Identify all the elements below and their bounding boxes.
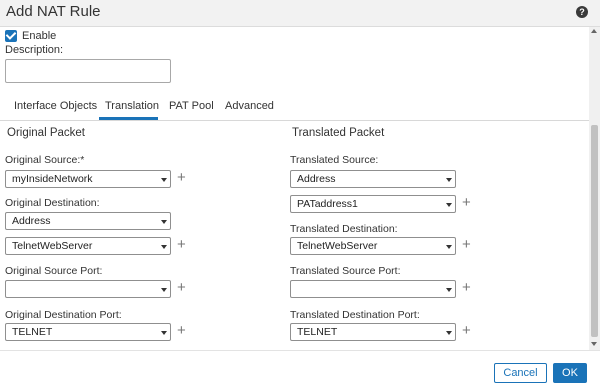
original-destination-type-value: Address: [12, 215, 51, 227]
dialog-title: Add NAT Rule: [6, 3, 101, 20]
tab-advanced[interactable]: Advanced: [225, 99, 274, 120]
translated-source-port-select[interactable]: [290, 280, 456, 298]
description-input[interactable]: [5, 59, 171, 83]
original-packet-title: Original Packet: [7, 127, 85, 139]
add-translated-source-port-icon[interactable]: +: [462, 280, 471, 295]
translated-source-select[interactable]: PATaddress1: [290, 195, 456, 213]
original-destination-select[interactable]: TelnetWebServer: [5, 237, 171, 255]
scroll-down-arrow-icon[interactable]: [591, 342, 597, 346]
chevron-down-icon: [161, 245, 167, 249]
chevron-down-icon: [161, 220, 167, 224]
scrollbar-thumb[interactable]: [591, 125, 598, 337]
translated-destination-select[interactable]: TelnetWebServer: [290, 237, 456, 255]
chevron-down-icon: [446, 288, 452, 292]
original-source-label: Original Source:*: [5, 154, 85, 166]
original-destination-value: TelnetWebServer: [12, 240, 93, 252]
add-original-destination-port-icon[interactable]: +: [177, 323, 186, 338]
vertical-scrollbar[interactable]: [589, 27, 600, 350]
add-original-destination-icon[interactable]: +: [177, 237, 186, 252]
tab-pat-pool[interactable]: PAT Pool: [169, 99, 214, 120]
add-translated-source-icon[interactable]: +: [462, 195, 471, 210]
translated-source-port-label: Translated Source Port:: [290, 265, 401, 277]
translated-source-label: Translated Source:: [290, 154, 379, 166]
chevron-down-icon: [161, 178, 167, 182]
translated-destination-port-label: Translated Destination Port:: [290, 309, 420, 321]
add-original-source-icon[interactable]: +: [177, 170, 186, 185]
tab-translation[interactable]: Translation: [99, 99, 159, 120]
chevron-down-icon: [446, 245, 452, 249]
ok-button[interactable]: OK: [553, 363, 587, 383]
help-circle-icon[interactable]: ?: [576, 6, 588, 18]
translated-source-type-value: Address: [297, 173, 336, 185]
cancel-button[interactable]: Cancel: [494, 363, 547, 383]
translated-destination-label: Translated Destination:: [290, 223, 398, 235]
original-destination-type-select[interactable]: Address: [5, 212, 171, 230]
translated-packet-title: Translated Packet: [292, 127, 385, 139]
chevron-down-icon: [446, 178, 452, 182]
original-destination-port-label: Original Destination Port:: [5, 309, 122, 321]
add-translated-destination-port-icon[interactable]: +: [462, 323, 471, 338]
original-source-select[interactable]: myInsideNetwork: [5, 170, 171, 188]
enable-checkbox[interactable]: [5, 30, 17, 42]
original-destination-port-value: TELNET: [12, 326, 53, 338]
chevron-down-icon: [161, 331, 167, 335]
original-source-port-select[interactable]: [5, 280, 171, 298]
description-label: Description:: [5, 44, 64, 56]
dialog-title-bar: Add NAT Rule ?: [0, 0, 600, 27]
scroll-up-arrow-icon[interactable]: [591, 29, 597, 33]
translated-source-type-select[interactable]: Address: [290, 170, 456, 188]
tab-bar: Interface Objects Translation PAT Pool A…: [0, 99, 589, 121]
dialog-content: Enable Description: Interface Objects Tr…: [0, 27, 589, 350]
original-source-port-label: Original Source Port:: [5, 265, 103, 277]
add-translated-destination-icon[interactable]: +: [462, 237, 471, 252]
translated-source-value: PATaddress1: [297, 198, 358, 210]
translated-destination-port-value: TELNET: [297, 326, 338, 338]
add-original-source-port-icon[interactable]: +: [177, 280, 186, 295]
translated-destination-port-select[interactable]: TELNET: [290, 323, 456, 341]
enable-label: Enable: [22, 30, 57, 42]
dialog-footer: Cancel OK: [0, 350, 600, 386]
original-destination-port-select[interactable]: TELNET: [5, 323, 171, 341]
chevron-down-icon: [446, 331, 452, 335]
translated-destination-value: TelnetWebServer: [297, 240, 378, 252]
tab-interface-objects[interactable]: Interface Objects: [14, 99, 97, 120]
chevron-down-icon: [161, 288, 167, 292]
original-source-value: myInsideNetwork: [12, 173, 93, 185]
original-destination-label: Original Destination:: [5, 197, 100, 209]
chevron-down-icon: [446, 203, 452, 207]
